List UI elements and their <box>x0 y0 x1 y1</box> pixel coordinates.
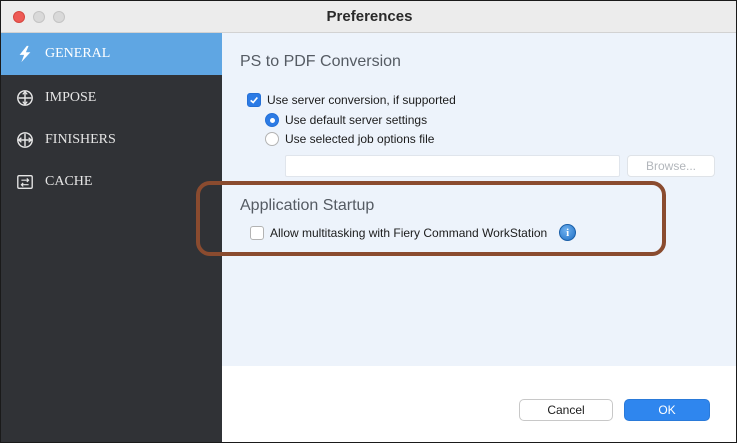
sidebar: GENERAL IMPOSE FINISHERS CACHE <box>1 33 222 442</box>
sidebar-item-label: IMPOSE <box>45 90 97 105</box>
preferences-window: Preferences GENERAL IMPOSE FINISHERS CAC… <box>0 0 737 443</box>
cancel-button[interactable]: Cancel <box>519 399 613 421</box>
dialog-footer: Cancel OK <box>222 366 736 442</box>
sidebar-item-label: GENERAL <box>45 46 111 61</box>
sidebar-item-label: FINISHERS <box>45 132 116 147</box>
default-settings-option[interactable]: Use default server settings <box>265 113 427 127</box>
server-conversion-label: Use server conversion, if supported <box>267 93 456 107</box>
job-options-label: Use selected job options file <box>285 132 435 146</box>
sidebar-item-finishers[interactable]: FINISHERS <box>1 119 222 161</box>
sidebar-item-impose[interactable]: IMPOSE <box>1 77 222 119</box>
job-options-option[interactable]: Use selected job options file <box>265 132 434 146</box>
job-options-path-field[interactable] <box>285 155 620 177</box>
default-settings-label: Use default server settings <box>285 113 428 127</box>
browse-button[interactable]: Browse... <box>627 155 715 177</box>
server-conversion-option[interactable]: Use server conversion, if supported <box>247 93 456 107</box>
default-settings-radio[interactable] <box>265 113 279 127</box>
sidebar-item-general[interactable]: GENERAL <box>1 33 222 75</box>
cache-icon <box>15 172 35 192</box>
lightning-icon <box>15 44 35 64</box>
impose-icon <box>15 88 35 108</box>
section-title-conversion: PS to PDF Conversion <box>240 53 401 70</box>
ok-button[interactable]: OK <box>624 399 710 421</box>
finishers-icon <box>15 130 35 150</box>
highlight-annotation <box>196 181 666 256</box>
server-conversion-checkbox[interactable] <box>247 93 261 107</box>
sidebar-item-cache[interactable]: CACHE <box>1 161 222 203</box>
title-bar: Preferences <box>1 1 736 33</box>
window-title: Preferences <box>326 8 413 25</box>
sidebar-item-label: CACHE <box>45 174 93 189</box>
job-options-radio[interactable] <box>265 132 279 146</box>
